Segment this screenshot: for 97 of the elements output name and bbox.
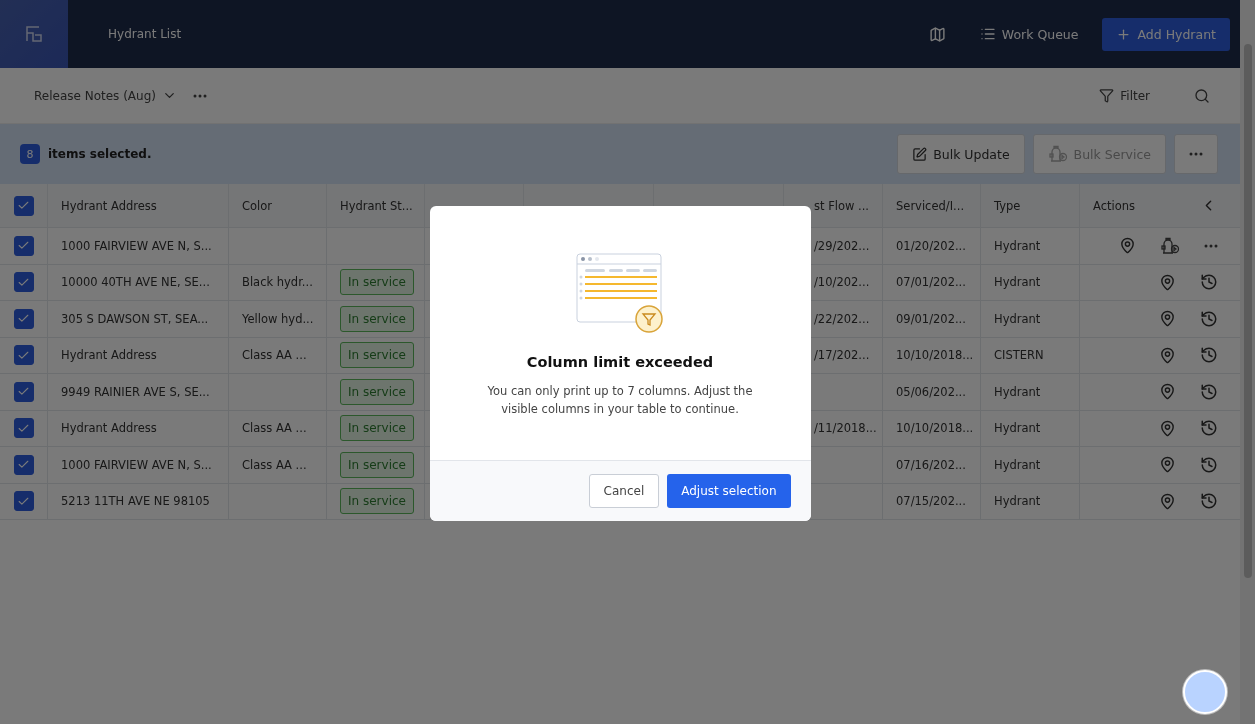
column-header[interactable]: Hydrant Address: [61, 198, 157, 213]
table-cell: Hydrant: [994, 384, 1041, 399]
map-pin-icon[interactable]: [1159, 456, 1176, 474]
select-all-checkbox[interactable]: [13, 195, 34, 216]
table-cell: /11/2018...: [814, 421, 877, 436]
status-badge: In service: [340, 415, 414, 442]
view-dropdown[interactable]: Release Notes (Aug): [26, 84, 185, 107]
row-checkbox[interactable]: [13, 491, 34, 512]
map-pin-icon[interactable]: [1159, 419, 1176, 437]
add-hydrant-button[interactable]: Add Hydrant: [1102, 17, 1230, 51]
status-badge: In service: [340, 305, 414, 332]
history-icon[interactable]: [1200, 309, 1218, 328]
table-cell: Hydrant: [994, 238, 1041, 253]
map-pin-icon[interactable]: [1159, 346, 1176, 364]
table-cell: /17/202...: [814, 348, 870, 363]
map-pin-icon[interactable]: [1159, 273, 1176, 291]
table-cell: 07/01/202...: [896, 275, 966, 290]
check-icon: [17, 199, 30, 212]
status-badge: In service: [340, 342, 414, 369]
table-cell: Hydrant: [994, 311, 1041, 326]
history-icon[interactable]: [1200, 273, 1218, 292]
list-icon: [979, 26, 996, 42]
column-header[interactable]: Type: [994, 198, 1021, 213]
table-cell: 07/16/202...: [896, 457, 966, 472]
table-cell: CISTERN: [994, 348, 1044, 363]
row-checkbox[interactable]: [13, 418, 34, 439]
table-cell: 1000 FAIRVIEW AVE N, S...: [61, 457, 212, 472]
map-icon: [928, 25, 946, 43]
map-pin-icon[interactable]: [1159, 492, 1176, 510]
row-checkbox[interactable]: [13, 345, 34, 366]
logo-icon: [24, 24, 44, 44]
status-badge: In service: [340, 488, 414, 515]
work-queue-button[interactable]: Work Queue: [969, 20, 1089, 48]
map-pin-icon[interactable]: [1159, 383, 1176, 401]
filter-icon: [1099, 88, 1115, 103]
table-cell: Hydrant: [994, 494, 1041, 509]
table-cell: 05/06/202...: [896, 384, 966, 399]
table-cell: 09/01/202...: [896, 311, 966, 326]
hydrant-icon: [1047, 145, 1068, 163]
status-badge: In service: [340, 451, 414, 478]
hydrant-icon[interactable]: [1160, 236, 1180, 255]
table-cell: 305 S DAWSON ST, SEA...: [61, 311, 209, 326]
search-icon: [1194, 87, 1210, 104]
table-cell: /22/202...: [814, 311, 870, 326]
table-cell: 10000 40TH AVE NE, SE...: [61, 275, 210, 290]
column-header[interactable]: Serviced/I...: [896, 198, 965, 213]
status-badge: In service: [340, 269, 414, 296]
table-cell: Hydrant Address: [61, 421, 157, 436]
table-cell: 01/20/202...: [896, 238, 966, 253]
history-icon[interactable]: [1200, 419, 1218, 438]
table-cell: /10/202...: [814, 275, 870, 290]
column-header[interactable]: Hydrant St...: [340, 198, 413, 213]
row-checkbox[interactable]: [13, 454, 34, 475]
table-cell: 5213 11TH AVE NE 98105: [61, 494, 210, 509]
table-cell: Yellow hyd...: [242, 311, 314, 326]
cancel-button[interactable]: Cancel: [588, 473, 660, 508]
table-cell: 9949 RAINIER AVE S, SE...: [61, 384, 210, 399]
plus-icon: [1116, 26, 1132, 42]
table-cell: Class AA ...: [242, 348, 307, 363]
adjust-selection-button[interactable]: Adjust selection: [667, 473, 791, 508]
table-cell: Black hydr...: [242, 275, 313, 290]
table-cell: Hydrant: [994, 457, 1041, 472]
table-cell: 10/10/2018...: [896, 348, 974, 363]
table-cell: 10/10/2018...: [896, 421, 974, 436]
ellipsis-icon: [1189, 152, 1203, 156]
history-icon[interactable]: [1200, 346, 1218, 365]
ellipsis-icon: [192, 93, 207, 98]
row-checkbox[interactable]: [13, 381, 34, 402]
table-cell: Class AA ...: [242, 421, 307, 436]
status-badge: In service: [340, 378, 414, 405]
dialog-title: Column limit exceeded: [526, 353, 714, 370]
table-cell: /29/202...: [814, 238, 870, 253]
page-title: Hydrant List: [108, 27, 183, 41]
table-cell: 1000 FAIRVIEW AVE N, S...: [61, 238, 212, 253]
table-cell: Hydrant: [994, 421, 1041, 436]
edit-icon: [912, 146, 928, 162]
column-header[interactable]: st Flow ...: [814, 198, 870, 213]
map-pin-icon[interactable]: [1159, 310, 1176, 328]
bulk-update-button[interactable]: Bulk Update: [897, 134, 1025, 174]
selected-count: 8: [20, 144, 40, 164]
table-cell: Hydrant Address: [61, 348, 157, 363]
more-icon[interactable]: [1204, 243, 1218, 248]
history-icon[interactable]: [1200, 382, 1218, 401]
dialog-message: You can only print up to 7 columns. Adjust the visible columns in your table to continue.: [486, 382, 754, 418]
column-header[interactable]: Color: [242, 198, 273, 213]
row-checkbox[interactable]: [13, 308, 34, 329]
selection-label: items selected.: [48, 147, 153, 161]
history-icon[interactable]: [1200, 455, 1218, 474]
table-cell: 07/15/202...: [896, 494, 966, 509]
table-cell: Hydrant: [994, 275, 1041, 290]
filter-button[interactable]: Filter: [1093, 87, 1156, 104]
column-header: Actions: [1093, 198, 1135, 213]
row-checkbox[interactable]: [13, 235, 34, 256]
row-checkbox[interactable]: [13, 272, 34, 293]
history-icon[interactable]: [1200, 492, 1218, 511]
map-pin-icon[interactable]: [1119, 237, 1136, 255]
table-cell: Class AA ...: [242, 457, 307, 472]
